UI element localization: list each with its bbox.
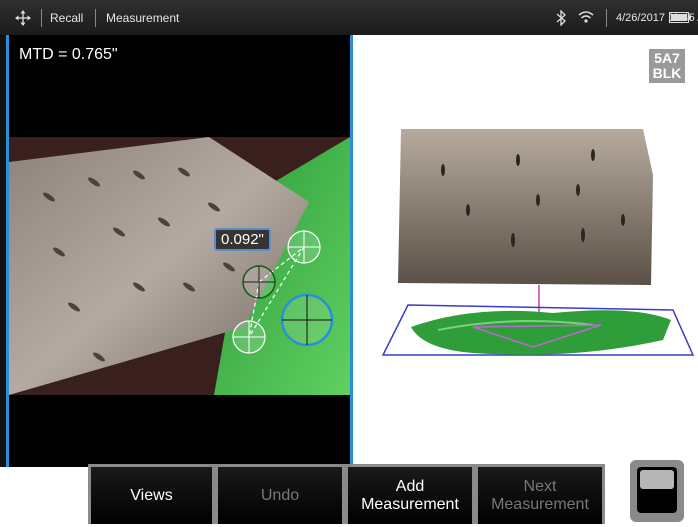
battery-icon (669, 12, 691, 23)
divider (606, 9, 607, 27)
measurement-value-label: 0.092" (214, 228, 271, 251)
inspection-image-view[interactable]: MTD = 0.765" 0.092" (6, 35, 353, 467)
point-cloud-render[interactable] (353, 115, 698, 415)
divider (41, 9, 42, 27)
navigate-icon[interactable] (14, 9, 32, 27)
bluetooth-icon (556, 10, 566, 26)
divider (95, 9, 96, 27)
panel-toggle-button[interactable] (630, 460, 684, 522)
next-measurement-button[interactable]: Next Measurement (475, 464, 605, 524)
measurement-result: MTD = 0.765" (19, 46, 118, 63)
breadcrumb-measurement: Measurement (106, 11, 180, 25)
3d-point-cloud-view[interactable]: 5A7 BLK (353, 35, 698, 467)
wifi-icon (578, 11, 594, 23)
breadcrumb-recall[interactable]: Recall (50, 11, 83, 25)
image-tag: 5A7 BLK (649, 49, 685, 83)
status-bar: Recall Measurement 4/26/2017 11:45 AM (0, 0, 698, 35)
panel-toggle-indicator (640, 470, 674, 489)
views-button[interactable]: Views (88, 464, 215, 524)
add-measurement-button[interactable]: Add Measurement (345, 464, 475, 524)
inspection-image[interactable] (9, 137, 350, 395)
undo-button[interactable]: Undo (215, 464, 345, 524)
bottom-toolbar: Views Undo Add Measurement Next Measurem… (0, 460, 698, 527)
